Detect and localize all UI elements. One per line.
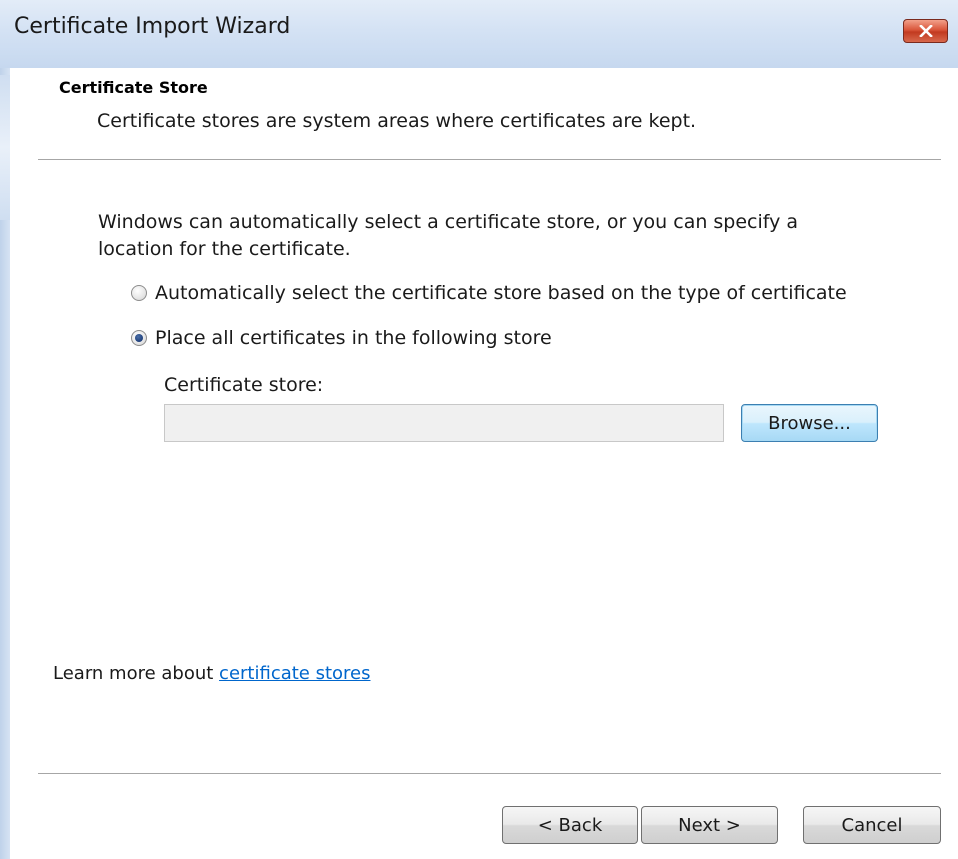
- page-description: Certificate stores are system areas wher…: [97, 110, 697, 132]
- cancel-button[interactable]: Cancel: [803, 806, 941, 844]
- radio-option-place-in-store[interactable]: Place all certificates in the following …: [131, 327, 552, 349]
- close-button[interactable]: [903, 19, 948, 43]
- certificate-store-field[interactable]: [164, 404, 724, 442]
- learn-more-prefix: Learn more about: [53, 663, 220, 684]
- window-title: Certificate Import Wizard: [14, 14, 291, 39]
- radio-automatic[interactable]: [131, 285, 147, 301]
- radio-place-in-store-label: Place all certificates in the following …: [155, 327, 552, 349]
- certificate-import-wizard-window: Certificate Import Wizard Certificate St…: [0, 0, 958, 859]
- browse-button[interactable]: Browse...: [741, 404, 878, 442]
- footer-divider: [38, 773, 941, 774]
- title-bar[interactable]: Certificate Import Wizard: [0, 0, 958, 68]
- header-divider: [38, 159, 941, 160]
- back-button[interactable]: < Back: [502, 806, 638, 844]
- radio-automatic-label: Automatically select the certificate sto…: [155, 282, 847, 304]
- next-button[interactable]: Next >: [641, 806, 778, 844]
- radio-option-automatic[interactable]: Automatically select the certificate sto…: [131, 282, 847, 304]
- page-title: Certificate Store: [59, 78, 208, 97]
- intro-text: Windows can automatically select a certi…: [98, 211, 799, 260]
- certificate-store-label: Certificate store:: [164, 374, 324, 396]
- wizard-content: Certificate Store Certificate stores are…: [10, 68, 958, 859]
- close-icon: [918, 25, 933, 37]
- certificate-stores-link[interactable]: certificate stores: [219, 663, 370, 684]
- radio-place-in-store[interactable]: [131, 330, 147, 346]
- learn-more-text: Learn more about certificate stores: [53, 663, 371, 684]
- window-left-frame: [0, 0, 10, 859]
